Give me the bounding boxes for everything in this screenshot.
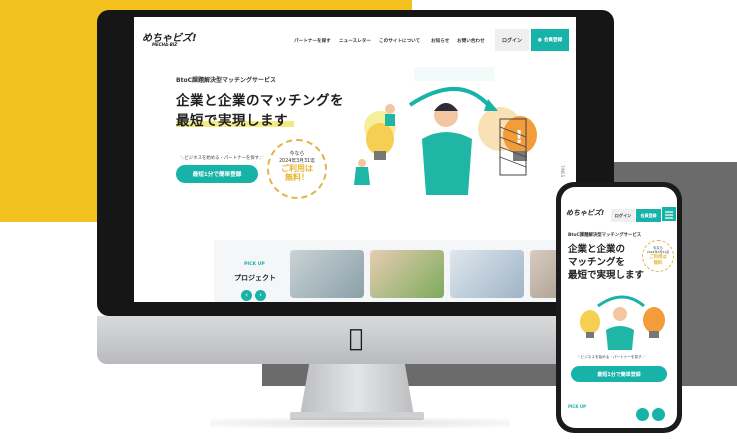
register-button-label: 会員登録: [543, 38, 563, 43]
mobile-hero-title-line-3: 最短で実現します: [568, 270, 645, 281]
nav-item-news[interactable]: お知らせ: [431, 38, 449, 44]
mobile-pickup-prev-button[interactable]: [636, 408, 649, 421]
badge-line-2: 2024年3月31迄: [279, 159, 315, 164]
apple-logo-icon: : [341, 322, 371, 354]
imac-stand: [300, 364, 414, 416]
pickup-label: PICK UP: [244, 262, 265, 267]
register-button[interactable]: ● 会員登録: [531, 29, 569, 51]
mobile-cta-register-button[interactable]: 最短1分で簡単登録: [571, 366, 667, 382]
nav-item-contact[interactable]: お問い合わせ: [457, 38, 485, 44]
nav-item-newsletter[interactable]: ニュースレター: [339, 38, 371, 44]
user-icon: ●: [537, 37, 542, 43]
mobile-register-button[interactable]: 会員登録: [636, 209, 661, 222]
site-logo-sub: MECHA-BIZ: [152, 42, 178, 47]
mobile-cta-note: ＼ビジネスを始める・パートナーを探す／: [577, 355, 646, 359]
pickup-card-image[interactable]: [450, 250, 524, 298]
mobile-hero-subtitle: BtoC課題解決型マッチングサービス: [568, 233, 642, 238]
badge-line-4: 無料！: [285, 173, 309, 182]
badge-line-1: 今なら: [289, 151, 305, 157]
mobile-free-campaign-badge: 今なら 2024年3月31迄 ご利用は 無料: [642, 240, 674, 272]
pickup-card-image[interactable]: [290, 250, 364, 298]
nav-item-about[interactable]: このサイトについて: [379, 38, 420, 44]
pickup-card-image[interactable]: [370, 250, 444, 298]
mobile-badge-line-4: 無料: [653, 261, 663, 266]
mobile-pickup-next-button[interactable]: [652, 408, 665, 421]
free-campaign-badge: 今なら 2024年3月31迄 ご利用は 無料！: [267, 139, 327, 199]
mobile-login-button[interactable]: ログイン: [611, 209, 635, 222]
cta-note: ＼ビジネスを始める・パートナーを探す／: [180, 156, 264, 161]
desktop-website-screen: めちゃビズ! MECHA-BIZ パートナーを探す ニュースレター このサイトに…: [134, 17, 576, 302]
side-vertical-text: TIMES: [560, 165, 565, 178]
mobile-pickup-label: PICK UP: [568, 404, 587, 409]
badge-line-3: ご利用は: [281, 164, 313, 173]
hero-title-line-1: 企業と企業のマッチングを: [176, 93, 344, 109]
login-button[interactable]: ログイン: [495, 29, 529, 51]
svg-text:!: !: [515, 127, 523, 148]
hero-subtitle: BtoC課題解決型マッチングサービス: [176, 77, 276, 84]
floor-shadow: [210, 418, 510, 428]
pickup-prev-button[interactable]: ‹: [241, 290, 252, 301]
hero-title-line-2: 最短で実現します: [176, 113, 288, 129]
pickup-title: プロジェクト: [234, 274, 276, 282]
mobile-hero-title-line-1: 企業と企業の: [568, 244, 626, 255]
pickup-next-button[interactable]: ›: [255, 290, 266, 301]
mobile-hero-title-line-2: マッチングを: [568, 257, 626, 268]
cta-register-button[interactable]: 最短1分で簡単登録: [176, 165, 258, 183]
nav-item-partner[interactable]: パートナーを探す: [294, 38, 331, 44]
hamburger-menu-icon[interactable]: [662, 207, 676, 221]
mobile-site-logo[interactable]: めちゃビズ!: [566, 208, 604, 218]
hero-illustration: !: [354, 67, 537, 195]
mobile-hero-illustration: [580, 295, 665, 350]
